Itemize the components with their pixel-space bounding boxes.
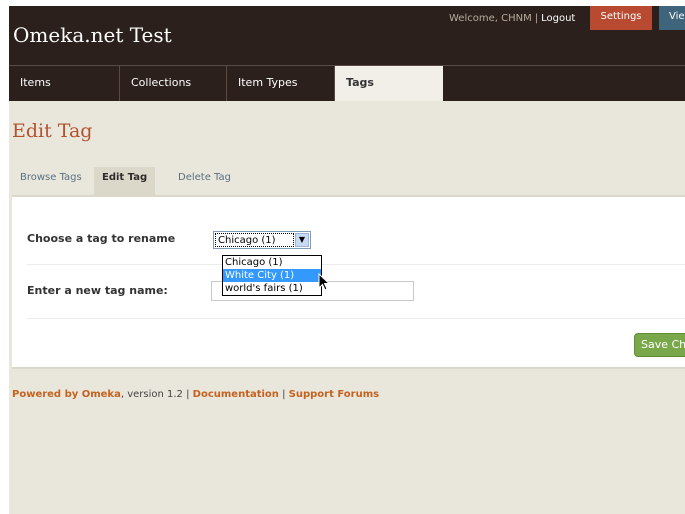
- tag-select-value: Chicago (1): [215, 233, 294, 247]
- tag-select[interactable]: Chicago (1) ▼: [213, 231, 311, 249]
- support-forums-link[interactable]: Support Forums: [289, 389, 379, 400]
- mouse-pointer-icon: [318, 273, 330, 291]
- footer-separator: |: [282, 389, 286, 400]
- powered-by-link[interactable]: Powered by Omeka: [12, 389, 121, 400]
- view-site-button[interactable]: Vie: [659, 6, 685, 30]
- edit-tag-form: Choose a tag to rename Chicago (1) ▼ Ent…: [12, 195, 685, 369]
- save-changes-button[interactable]: Save Cha: [634, 333, 685, 357]
- version-text: , version 1.2 |: [120, 389, 190, 400]
- site-title[interactable]: Omeka.net Test: [13, 23, 172, 47]
- row-divider: [27, 264, 685, 265]
- subtab-delete-tag[interactable]: Delete Tag: [170, 167, 239, 195]
- tab-tags[interactable]: Tags: [335, 66, 443, 101]
- tab-items[interactable]: Items: [9, 66, 120, 101]
- welcome-text: Welcome, CHNM: [449, 13, 532, 24]
- header: Omeka.net Test Welcome, CHNM | Logout Sett…: [9, 6, 685, 65]
- dropdown-option-highlighted[interactable]: White City (1): [223, 269, 321, 282]
- subtab-edit-tag[interactable]: Edit Tag: [94, 167, 156, 195]
- page-title: Edit Tag: [12, 120, 93, 142]
- row-divider: [27, 318, 685, 319]
- dropdown-option[interactable]: Chicago (1): [223, 256, 321, 269]
- chevron-down-icon[interactable]: ▼: [295, 233, 309, 247]
- choose-tag-label: Choose a tag to rename: [27, 232, 176, 245]
- tag-dropdown-list: Chicago (1) White City (1) world's fairs…: [222, 255, 322, 296]
- dropdown-option[interactable]: world's fairs (1): [223, 282, 321, 295]
- user-bar-separator: |: [534, 13, 539, 24]
- new-tag-name-label: Enter a new tag name:: [27, 284, 168, 297]
- user-bar: Welcome, CHNM | Logout: [449, 13, 575, 24]
- tab-item-types[interactable]: Item Types: [227, 66, 335, 101]
- primary-nav: Items Collections Item Types Tags: [9, 65, 685, 101]
- documentation-link[interactable]: Documentation: [193, 389, 279, 400]
- tab-collections[interactable]: Collections: [120, 66, 227, 101]
- footer: Powered by Omeka, version 1.2 | Document…: [12, 389, 379, 400]
- settings-button[interactable]: Settings: [590, 6, 652, 30]
- page: Omeka.net Test Welcome, CHNM | Logout Sett…: [9, 6, 685, 514]
- subtab-browse-tags[interactable]: Browse Tags: [12, 167, 90, 195]
- logout-link[interactable]: Logout: [541, 13, 575, 24]
